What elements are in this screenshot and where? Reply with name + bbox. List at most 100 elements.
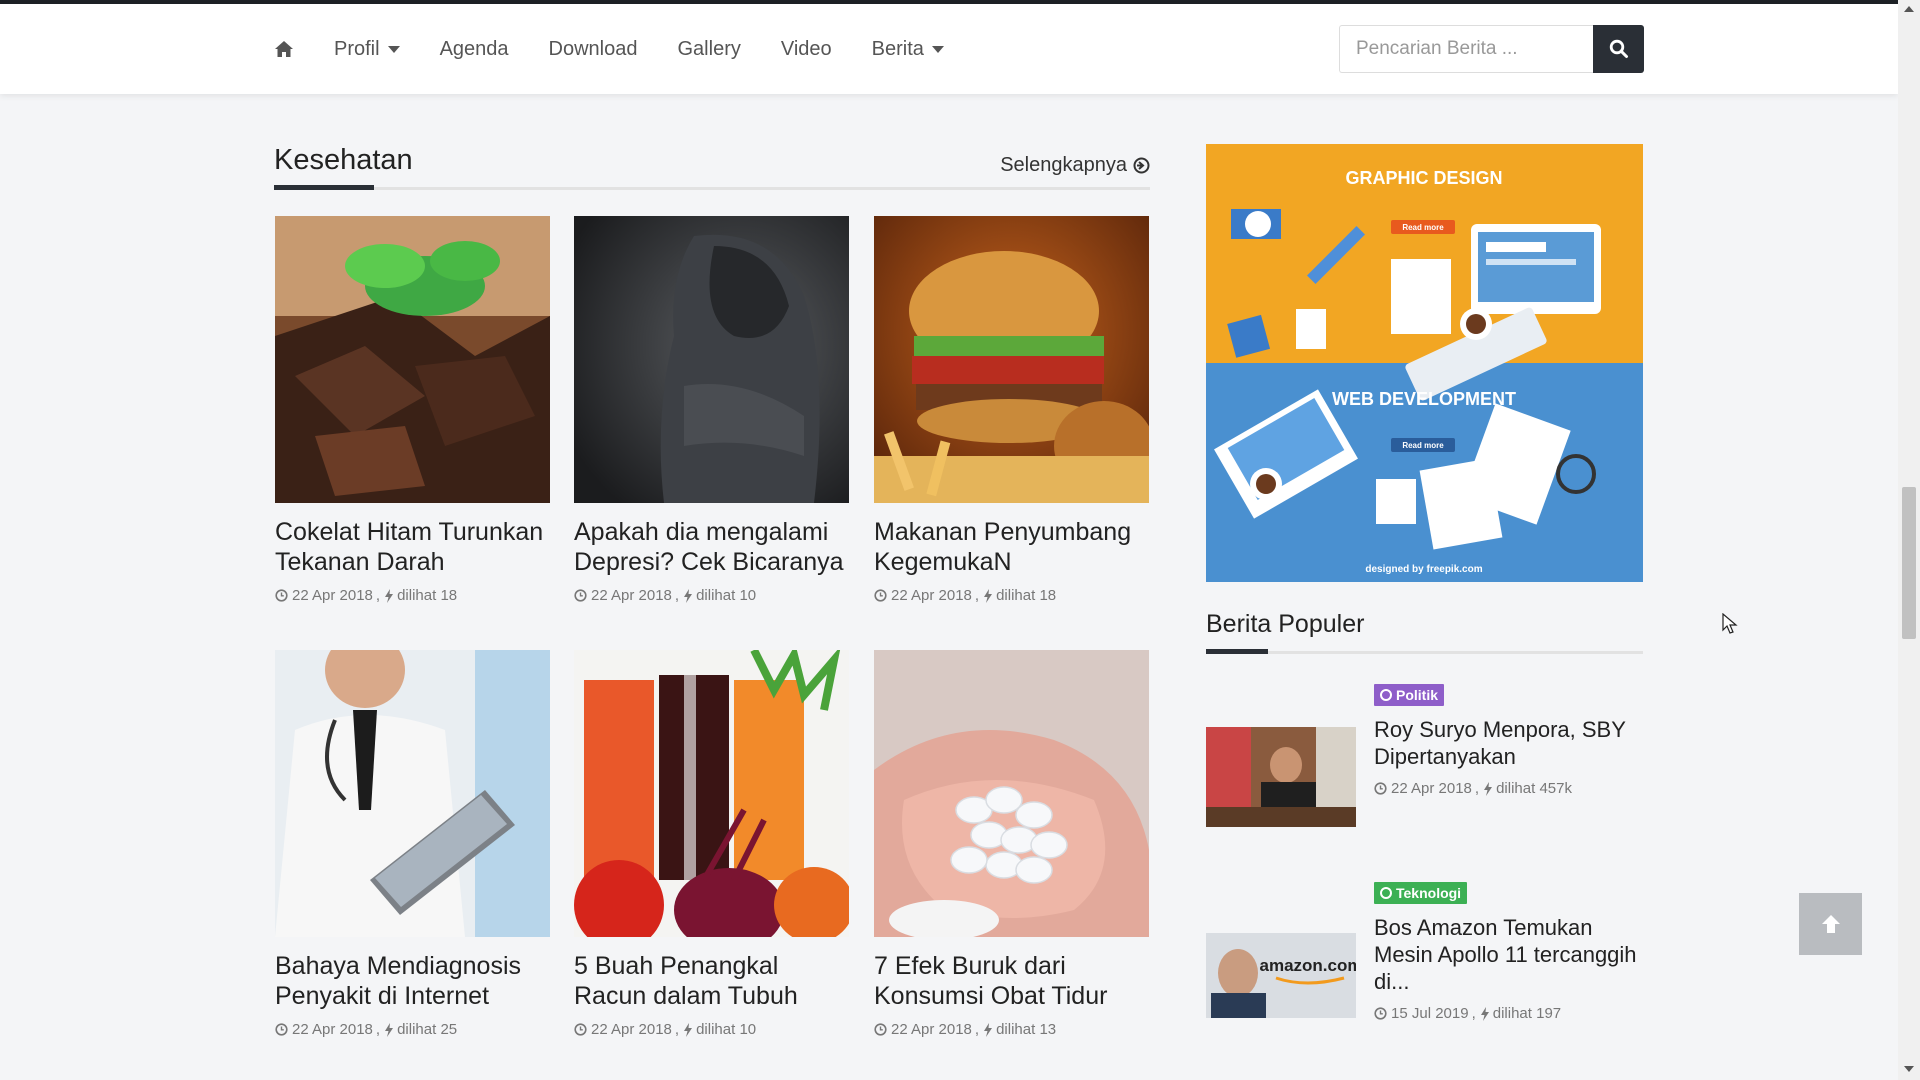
clock-icon	[1374, 782, 1387, 795]
article-date: 22 Apr 2018	[591, 1021, 672, 1038]
amazon-logo-text: amazon.com	[1260, 956, 1356, 975]
article-meta: 22 Apr 2018, dilihat 18	[874, 587, 1149, 604]
article-meta: 22 Apr 2018, dilihat 10	[574, 1021, 849, 1038]
category-badge[interactable]: Politik	[1374, 684, 1445, 706]
article-date: 22 Apr 2018	[292, 587, 373, 604]
article-thumbnail-depression[interactable]	[574, 216, 849, 503]
article-meta: 22 Apr 2018, dilihat 18	[275, 587, 550, 604]
clock-icon	[574, 1023, 587, 1036]
circle-icon	[1380, 887, 1392, 899]
category-label: Politik	[1396, 687, 1439, 703]
article-title[interactable]: 5 Buah Penangkal Racun dalam Tubuh	[574, 951, 849, 1011]
nav-menu: Profil Agenda Download Gallery Video Ber…	[274, 4, 984, 94]
banner-bottom-title: WEB DEVELOPMENT	[1332, 389, 1516, 409]
popular-thumbnail[interactable]	[1206, 727, 1356, 827]
search-button[interactable]	[1593, 25, 1644, 73]
category-badge[interactable]: Teknologi	[1374, 882, 1468, 904]
arrow-up-icon	[1821, 915, 1840, 933]
nav-item-video[interactable]: Video	[781, 38, 832, 61]
nav-label: Agenda	[439, 37, 509, 60]
article-date: 22 Apr 2018	[591, 587, 672, 604]
article-card: Cokelat Hitam Turunkan Tekanan Darah 22 …	[275, 216, 550, 604]
popular-title[interactable]: Bos Amazon Temukan Mesin Apollo 11 terca…	[1374, 914, 1644, 995]
popular-header: Berita Populer	[1206, 610, 1643, 654]
popular-body: Teknologi Bos Amazon Temukan Mesin Apoll…	[1374, 882, 1644, 1022]
mouse-cursor-icon	[1722, 613, 1738, 634]
article-thumbnail-chocolate[interactable]	[275, 216, 550, 503]
popular-body: Politik Roy Suryo Menpora, SBY Dipertany…	[1374, 684, 1644, 797]
article-thumbnail-doctor[interactable]	[275, 650, 550, 937]
article-views: dilihat 18	[996, 587, 1057, 604]
article-title[interactable]: 7 Efek Buruk dari Konsumsi Obat Tidur	[874, 951, 1149, 1011]
bolt-icon	[1484, 781, 1493, 796]
clock-icon	[874, 589, 887, 602]
section-underline	[274, 185, 374, 190]
circle-icon	[1380, 689, 1392, 701]
article-title[interactable]: Makanan Penyumbang KegemukaN	[874, 517, 1149, 577]
banner-top-title: GRAPHIC DESIGN	[1345, 168, 1502, 188]
clock-icon	[874, 1023, 887, 1036]
clock-icon	[1374, 1007, 1387, 1020]
article-views: dilihat 18	[397, 587, 458, 604]
scrollbar-thumb[interactable]	[1902, 487, 1916, 639]
more-label: Selengkapnya	[1000, 154, 1127, 176]
popular-title[interactable]: Roy Suryo Menpora, SBY Dipertanyakan	[1374, 716, 1644, 770]
nav-item-profil[interactable]: Profil	[334, 38, 400, 61]
popular-meta: 22 Apr 2018, dilihat 457k	[1374, 780, 1644, 797]
bolt-icon	[984, 588, 993, 603]
nav-label: Video	[780, 37, 832, 60]
nav-label: Berita	[871, 37, 924, 60]
chevron-down-icon	[387, 45, 400, 53]
nav-item-berita[interactable]: Berita	[872, 38, 944, 61]
article-card: Bahaya Mendiagnosis Penyakit di Internet…	[275, 650, 550, 1038]
article-card: 7 Efek Buruk dari Konsumsi Obat Tidur 22…	[874, 650, 1149, 1038]
article-date: 22 Apr 2018	[891, 587, 972, 604]
back-to-top-button[interactable]	[1799, 893, 1862, 955]
scroll-up-arrow-icon[interactable]	[1904, 6, 1914, 12]
article-thumbnail-pills[interactable]	[874, 650, 1149, 937]
home-icon[interactable]	[274, 40, 294, 58]
navbar: Profil Agenda Download Gallery Video Ber…	[0, 4, 1898, 94]
article-thumbnail-burger[interactable]	[874, 216, 1149, 503]
scroll-down-arrow-icon[interactable]	[1904, 1066, 1914, 1072]
ad-banner[interactable]: GRAPHIC DESIGN Read more WEB DEVELOPMENT…	[1206, 144, 1643, 582]
nav-item-gallery[interactable]: Gallery	[678, 38, 741, 61]
bolt-icon	[1480, 1006, 1489, 1021]
popular-underline	[1206, 649, 1268, 654]
nav-label: Gallery	[677, 37, 741, 60]
arrow-circle-right-icon	[1133, 157, 1150, 174]
bolt-icon	[385, 1022, 394, 1037]
popular-thumbnail[interactable]: amazon.com	[1206, 933, 1356, 1018]
article-date: 22 Apr 2018	[891, 1021, 972, 1038]
banner-credit: designed by freepik.com	[1365, 564, 1482, 575]
nav-label: Download	[548, 37, 638, 60]
article-card: Makanan Penyumbang KegemukaN 22 Apr 2018…	[874, 216, 1149, 604]
article-title[interactable]: Bahaya Mendiagnosis Penyakit di Internet	[275, 951, 550, 1011]
bolt-icon	[684, 588, 693, 603]
search-input[interactable]	[1339, 25, 1593, 73]
category-label: Teknologi	[1396, 885, 1462, 901]
bolt-icon	[984, 1022, 993, 1037]
popular-meta: 15 Jul 2019, dilihat 197	[1374, 1005, 1644, 1022]
more-link[interactable]: Selengkapnya	[1000, 154, 1150, 177]
article-views: dilihat 25	[397, 1021, 458, 1038]
nav-item-download[interactable]: Download	[549, 38, 638, 61]
popular-date: 15 Jul 2019	[1391, 1005, 1469, 1022]
article-title[interactable]: Apakah dia mengalami Depresi? Cek Bicara…	[574, 517, 849, 577]
chevron-down-icon	[931, 45, 944, 53]
article-views: dilihat 13	[996, 1021, 1057, 1038]
article-meta: 22 Apr 2018, dilihat 25	[275, 1021, 550, 1038]
nav-item-agenda[interactable]: Agenda	[440, 38, 509, 61]
search-form	[1339, 25, 1644, 73]
section-title: Kesehatan	[274, 144, 413, 176]
clock-icon	[275, 1023, 288, 1036]
search-icon	[1609, 39, 1628, 58]
popular-views: dilihat 457k	[1496, 780, 1572, 797]
article-title[interactable]: Cokelat Hitam Turunkan Tekanan Darah	[275, 517, 550, 577]
popular-title: Berita Populer	[1206, 610, 1365, 638]
popular-date: 22 Apr 2018	[1391, 780, 1472, 797]
article-thumbnail-juice[interactable]	[574, 650, 849, 937]
clock-icon	[275, 589, 288, 602]
article-views: dilihat 10	[696, 587, 757, 604]
article-meta: 22 Apr 2018, dilihat 10	[574, 587, 849, 604]
